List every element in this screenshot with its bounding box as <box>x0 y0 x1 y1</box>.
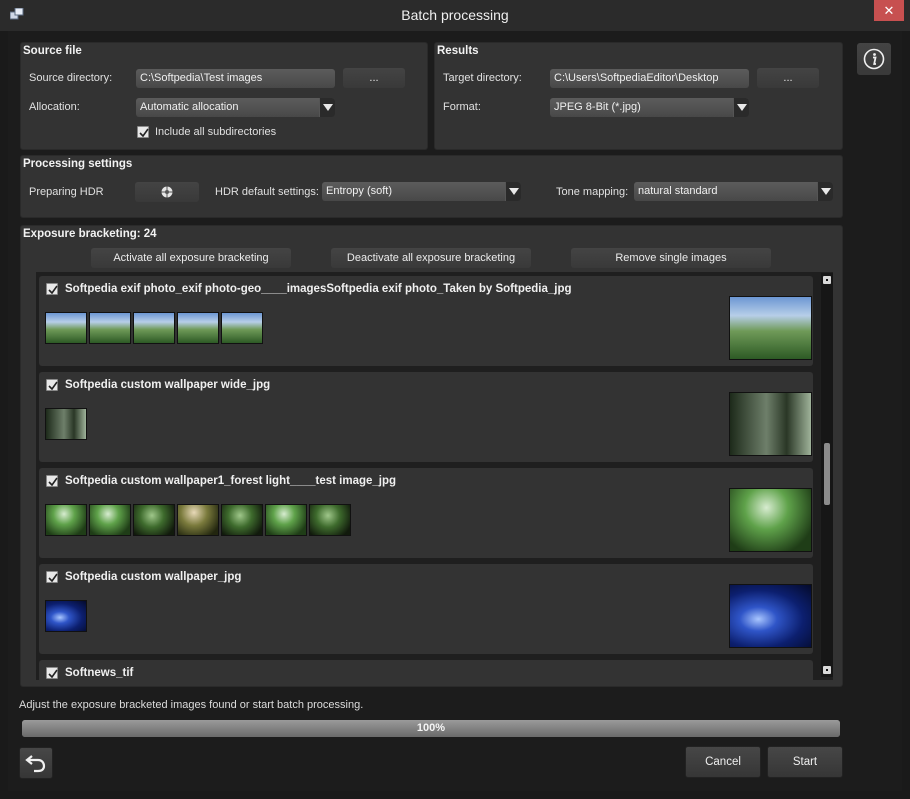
group-thumbnail[interactable] <box>45 312 87 344</box>
tone-mapping-select[interactable]: natural standard <box>634 182 833 201</box>
group-name: Softpedia custom wallpaper1_forest light… <box>65 475 397 487</box>
allocation-label: Allocation: <box>29 101 80 113</box>
group-preview[interactable] <box>729 296 812 360</box>
undo-button[interactable] <box>19 747 53 779</box>
title-bar: Batch processing ✕ <box>0 0 910 31</box>
window-title: Batch processing <box>401 7 509 23</box>
checkmark-icon <box>48 381 58 391</box>
preparing-hdr-button[interactable] <box>135 182 199 202</box>
chevron-down-icon <box>733 98 749 117</box>
group-checkbox[interactable] <box>46 475 58 487</box>
processing-settings-heading: Processing settings <box>23 158 133 170</box>
group-thumbnail[interactable] <box>177 312 219 344</box>
progress-label: 100% <box>416 722 446 734</box>
include-subdirectories-label: Include all subdirectories <box>155 126 277 138</box>
format-label: Format: <box>443 101 481 113</box>
tone-mapping-value: natural standard <box>638 185 718 197</box>
allocation-value: Automatic allocation <box>140 101 239 113</box>
preparing-hdr-label: Preparing HDR <box>29 186 104 198</box>
group-thumbnail[interactable] <box>309 504 351 536</box>
list-scrollbar[interactable] <box>821 273 833 677</box>
checkmark-icon <box>48 477 58 487</box>
processing-settings-panel: Processing settings Preparing HDR HDR de… <box>20 155 843 218</box>
allocation-select[interactable]: Automatic allocation <box>136 98 335 117</box>
group-checkbox[interactable] <box>46 667 58 679</box>
group-thumbnail[interactable] <box>133 504 175 536</box>
group-checkbox[interactable] <box>46 571 58 583</box>
start-button[interactable]: Start <box>767 746 843 778</box>
scroll-down-button[interactable] <box>823 666 831 674</box>
include-subdirectories-checkbox[interactable] <box>137 126 149 138</box>
remove-single-images-button[interactable]: Remove single images <box>571 248 771 268</box>
aperture-icon <box>161 186 173 198</box>
group-thumbnail[interactable] <box>89 312 131 344</box>
close-button[interactable]: ✕ <box>874 0 904 21</box>
info-button[interactable] <box>857 43 891 75</box>
deactivate-all-button[interactable]: Deactivate all exposure bracketing <box>331 248 531 268</box>
activate-all-button[interactable]: Activate all exposure bracketing <box>91 248 291 268</box>
bracketing-group[interactable]: Softpedia exif photo_exif photo-geo____i… <box>39 276 813 366</box>
group-name: Softpedia custom wallpaper wide_jpg <box>65 379 271 391</box>
group-thumbnail[interactable] <box>45 504 87 536</box>
cancel-button[interactable]: Cancel <box>685 746 761 778</box>
hdr-default-settings-label: HDR default settings: <box>215 186 319 198</box>
chevron-down-icon <box>319 98 335 117</box>
bracketing-group[interactable]: Softnews_tif <box>39 660 813 680</box>
group-name: Softpedia custom wallpaper_jpg <box>65 571 242 583</box>
group-thumbnail[interactable] <box>45 408 87 440</box>
tone-mapping-label: Tone mapping: <box>556 186 629 198</box>
group-thumbnail[interactable] <box>265 504 307 536</box>
checkmark-icon <box>139 128 149 138</box>
bracketing-group[interactable]: Softpedia custom wallpaper wide_jpg <box>39 372 813 462</box>
group-thumbnail[interactable] <box>133 312 175 344</box>
target-directory-label: Target directory: <box>443 72 522 84</box>
group-name: Softpedia exif photo_exif photo-geo____i… <box>65 283 572 295</box>
checkmark-icon <box>48 669 58 679</box>
exposure-bracketing-heading: Exposure bracketing: 24 <box>23 228 157 240</box>
source-browse-button[interactable]: ... <box>343 68 405 88</box>
group-preview[interactable] <box>729 584 812 648</box>
group-checkbox[interactable] <box>46 283 58 295</box>
chevron-down-icon <box>505 182 521 201</box>
group-thumbnail[interactable] <box>221 504 263 536</box>
group-thumbnail[interactable] <box>89 504 131 536</box>
format-select[interactable]: JPEG 8-Bit (*.jpg) <box>550 98 749 117</box>
group-preview[interactable] <box>729 488 812 552</box>
source-file-panel: Source file Source directory: C:\Softped… <box>20 42 428 150</box>
group-checkbox[interactable] <box>46 379 58 391</box>
group-name: Softnews_tif <box>65 667 134 679</box>
results-panel: Results Target directory: C:\Users\Softp… <box>434 42 843 150</box>
checkmark-icon <box>48 285 58 295</box>
scrollbar-thumb[interactable] <box>824 443 830 505</box>
bracketing-group[interactable]: Softpedia custom wallpaper_jpg <box>39 564 813 654</box>
status-text: Adjust the exposure bracketed images fou… <box>19 699 364 711</box>
progress-bar: 100% <box>22 720 840 737</box>
results-heading: Results <box>437 45 479 57</box>
client-area: Source file Source directory: C:\Softped… <box>8 31 902 791</box>
group-preview[interactable] <box>729 392 812 456</box>
scroll-up-button[interactable] <box>823 276 831 284</box>
bracketing-group[interactable]: Softpedia custom wallpaper1_forest light… <box>39 468 813 558</box>
info-icon <box>863 48 885 70</box>
group-thumbnail[interactable] <box>45 600 87 632</box>
chevron-down-icon <box>817 182 833 201</box>
source-directory-label: Source directory: <box>29 72 113 84</box>
checkmark-icon <box>48 573 58 583</box>
bracketing-list: Softpedia exif photo_exif photo-geo____i… <box>36 272 833 680</box>
group-thumbnail[interactable] <box>177 504 219 536</box>
group-thumbnail[interactable] <box>221 312 263 344</box>
target-directory-field[interactable]: C:\Users\SoftpediaEditor\Desktop <box>550 69 749 88</box>
hdr-default-settings-select[interactable]: Entropy (soft) <box>322 182 521 201</box>
format-value: JPEG 8-Bit (*.jpg) <box>554 101 641 113</box>
hdr-default-settings-value: Entropy (soft) <box>326 185 393 197</box>
undo-arrow-icon <box>25 755 46 773</box>
target-browse-button[interactable]: ... <box>757 68 819 88</box>
source-file-heading: Source file <box>23 45 82 57</box>
source-directory-field[interactable]: C:\Softpedia\Test images <box>136 69 335 88</box>
